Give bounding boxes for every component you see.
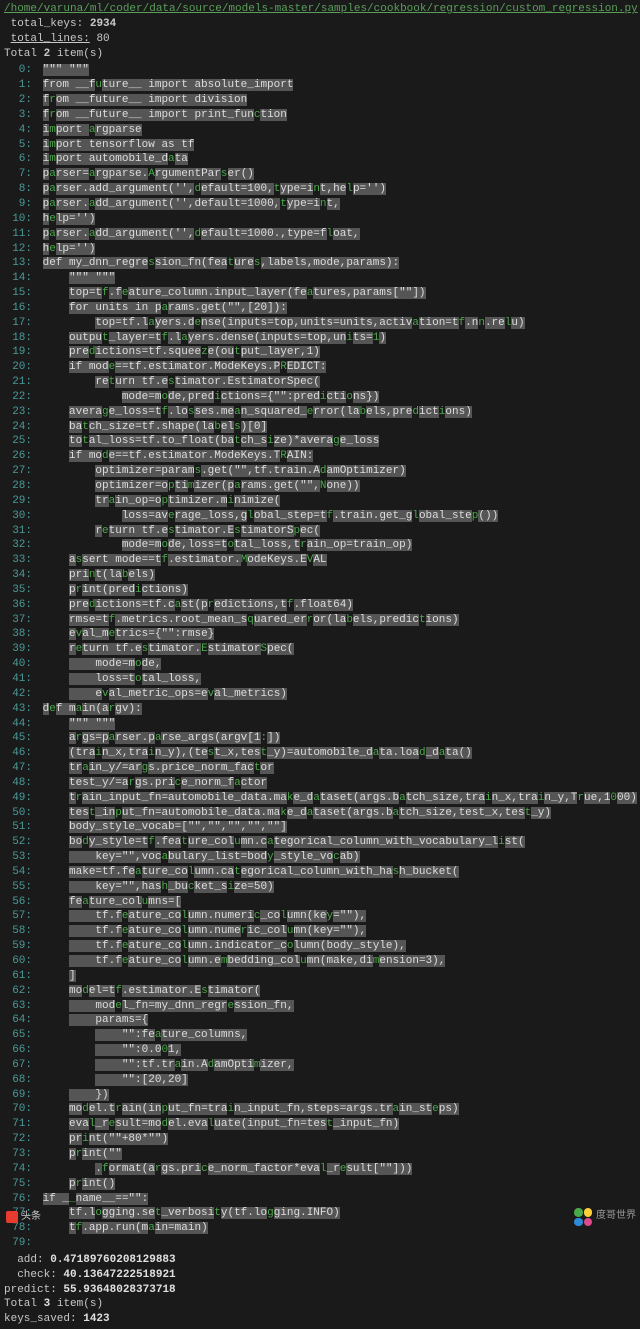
code-line: 24: batch_size=tf.shape(labels)[0]: [4, 420, 636, 435]
code-line: 67: "":tf.train.AdamOptimizer,: [4, 1058, 636, 1073]
code-line: 69: }): [4, 1088, 636, 1103]
code-line: 61: ]: [4, 969, 636, 984]
code-line: 6: import automobile_data: [4, 152, 636, 167]
code-line: 40: mode=mode,: [4, 657, 636, 672]
toutiao-icon: [6, 1211, 18, 1223]
code-line: 3: from __future__ import print_function: [4, 108, 636, 123]
code-line: 29: train_op=optimizer.minimize(: [4, 494, 636, 509]
code-line: 51: body_style_vocab=["","","","",""]: [4, 820, 636, 835]
code-line: 20: if mode==tf.estimator.ModeKeys.PREDI…: [4, 360, 636, 375]
code-line: 12: help=''): [4, 242, 636, 257]
code-line: 39: return tf.estimator.EstimatorSpec(: [4, 642, 636, 657]
code-line: 46: (train_x,train_y),(test_x,test_y)=au…: [4, 746, 636, 761]
code-line: 55: key="",hash_bucket_size=50): [4, 880, 636, 895]
code-line: 60: tf.feature_column.embedding_column(m…: [4, 954, 636, 969]
code-line: 59: tf.feature_column.indicator_column(b…: [4, 939, 636, 954]
code-line: 62: model=tf.estimator.Estimator(: [4, 984, 636, 999]
footer: add: 0.47189760208129883 check: 40.13647…: [4, 1253, 636, 1327]
code-line: 25: total_loss=tf.to_float(batch_size)*a…: [4, 434, 636, 449]
code-line: 75: print(): [4, 1177, 636, 1192]
code-line: 28: optimizer=optimizer(params.get("",No…: [4, 479, 636, 494]
code-line: 17: top=tf.layers.dense(inputs=top,units…: [4, 316, 636, 331]
code-line: 4: import argparse: [4, 123, 636, 138]
code-line: 56: feature_columns=[: [4, 895, 636, 910]
code-line: 47: train_y/=args.price_norm_factor: [4, 761, 636, 776]
code-line: 45: args=parser.parse_args(argv[1:]): [4, 731, 636, 746]
code-line: 71: eval_result=model.evaluate(input_fn=…: [4, 1117, 636, 1132]
total-items-line: Total 2 item(s): [4, 47, 636, 62]
code-line: 54: make=tf.feature_column.categorical_c…: [4, 865, 636, 880]
code-line: 53: key="",vocabulary_list=body_style_vo…: [4, 850, 636, 865]
code-line: 38: eval_metrics={"":rmse}: [4, 627, 636, 642]
code-line: 23: average_loss=tf.losses.mean_squared_…: [4, 405, 636, 420]
code-line: 21: return tf.estimator.EstimatorSpec(: [4, 375, 636, 390]
code-line: 10: help=''): [4, 212, 636, 227]
code-line: 30: loss=average_loss,global_step=tf.tra…: [4, 509, 636, 524]
toutiao-watermark: 头条: [6, 1211, 41, 1225]
code-line: 34: print(labels): [4, 568, 636, 583]
code-line: 1: from __future__ import absolute_impor…: [4, 78, 636, 93]
code-line: 9: parser.add_argument('',default=1000,t…: [4, 197, 636, 212]
code-line: 50: test_input_fn=automobile_data.make_d…: [4, 806, 636, 821]
code-line: 64: params={: [4, 1013, 636, 1028]
total-lines-line: total_lines: 80: [4, 32, 636, 47]
code-line: 52: body_style=tf.feature_column.categor…: [4, 835, 636, 850]
code-line: 43: def main(argv):: [4, 702, 636, 717]
code-line: 36: predictions=tf.cast(predictions,tf.f…: [4, 598, 636, 613]
code-line: 13: def my_dnn_regression_fn(features,la…: [4, 256, 636, 271]
code-line: 19: predictions=tf.squeeze(output_layer,…: [4, 345, 636, 360]
code-line: 70: model.train(input_fn=train_input_fn,…: [4, 1102, 636, 1117]
code-line: 35: print(predictions): [4, 583, 636, 598]
code-line: 73: print("": [4, 1147, 636, 1162]
code-line: 77: tf.logging.set_verbosity(tf.logging.…: [4, 1206, 636, 1221]
code-line: 79:: [4, 1236, 636, 1251]
file-path: /home/varuna/ml/coder/data/source/models…: [4, 2, 636, 17]
code-line: 48: test_y/=args.price_norm_factor: [4, 776, 636, 791]
code-line: 2: from __future__ import division: [4, 93, 636, 108]
code-line: 14: """ """: [4, 271, 636, 286]
code-line: 16: for units in params.get("",[20]):: [4, 301, 636, 316]
code-line: 41: loss=total_loss,: [4, 672, 636, 687]
code-line: 76: if __name__=="":: [4, 1192, 636, 1207]
total-keys-line: total_keys: 2934: [4, 17, 636, 32]
code-line: 65: "":feature_columns,: [4, 1028, 636, 1043]
code-line: 66: "":0.001,: [4, 1043, 636, 1058]
code-line: 44: """ """: [4, 717, 636, 732]
code-line: 42: eval_metric_ops=eval_metrics): [4, 687, 636, 702]
logo-icon: [574, 1208, 592, 1226]
code-line: 31: return tf.estimator.EstimatorSpec(: [4, 524, 636, 539]
code-line: 27: optimizer=params.get("",tf.train.Ada…: [4, 464, 636, 479]
code-line: 18: output_layer=tf.layers.dense(inputs=…: [4, 331, 636, 346]
code-line: 68: "":[20,20]: [4, 1073, 636, 1088]
code-line: 5: import tensorflow as tf: [4, 138, 636, 153]
watermark: 度哥世界: [574, 1208, 636, 1226]
code-line: 74: .format(args.price_norm_factor*eval_…: [4, 1162, 636, 1177]
code-line: 7: parser=argparse.ArgumentParser(): [4, 167, 636, 182]
code-line: 33: assert mode==tf.estimator.ModeKeys.E…: [4, 553, 636, 568]
code-line: 15: top=tf.feature_column.input_layer(fe…: [4, 286, 636, 301]
code-line: 78: tf.app.run(main=main): [4, 1221, 636, 1236]
code-line: 49: train_input_fn=automobile_data.make_…: [4, 791, 636, 806]
code-line: 58: tf.feature_column.numeric_column(key…: [4, 924, 636, 939]
code-line: 32: mode=mode,loss=total_loss,train_op=t…: [4, 538, 636, 553]
code-line: 8: parser.add_argument('',default=100,ty…: [4, 182, 636, 197]
code-line: 72: print(""+80*""): [4, 1132, 636, 1147]
code-line: 63: model_fn=my_dnn_regression_fn,: [4, 999, 636, 1014]
code-line: 26: if mode==tf.estimator.ModeKeys.TRAIN…: [4, 449, 636, 464]
code-area[interactable]: 0: """ """ 1: from __future__ import abs…: [4, 63, 636, 1251]
code-line: 11: parser.add_argument('',default=1000.…: [4, 227, 636, 242]
code-line: 57: tf.feature_column.numeric_column(key…: [4, 909, 636, 924]
code-line: 37: rmse=tf.metrics.root_mean_squared_er…: [4, 613, 636, 628]
code-line: 0: """ """: [4, 63, 636, 78]
code-line: 22: mode=mode,predictions={"":prediction…: [4, 390, 636, 405]
